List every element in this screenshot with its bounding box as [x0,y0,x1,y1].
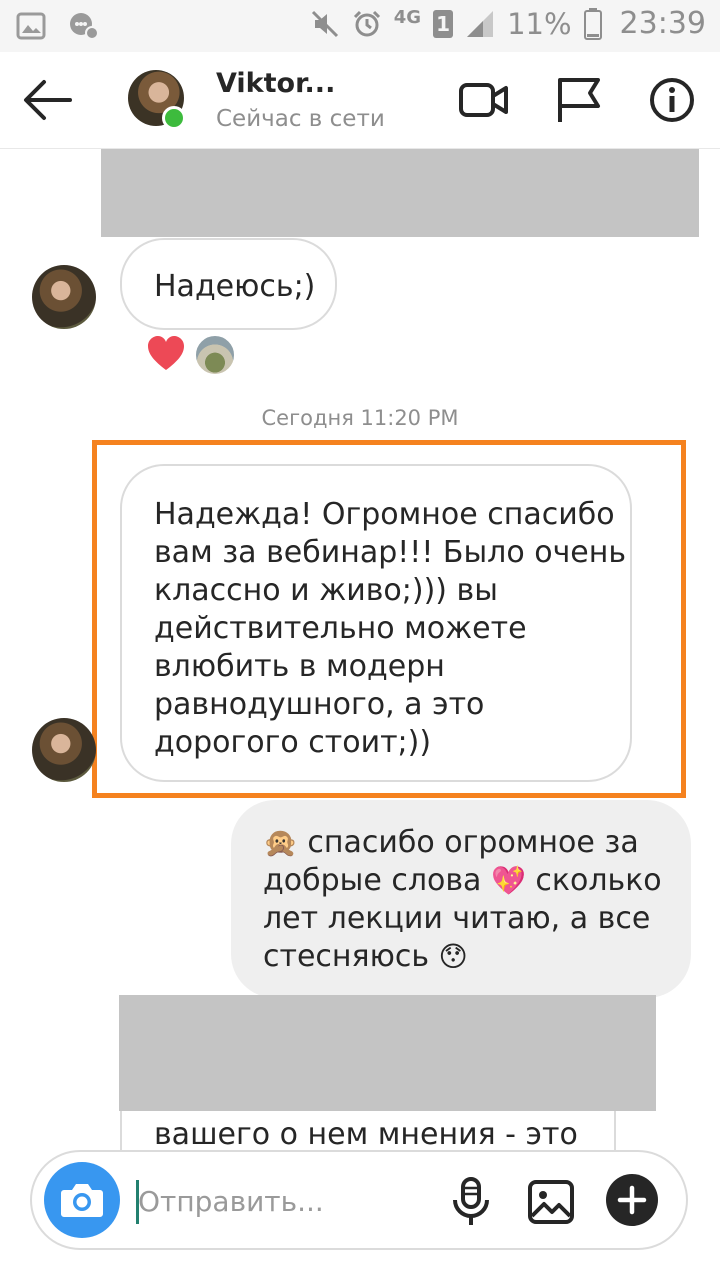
message-text: добрые слова [263,863,491,898]
sparkling-heart-emoji-icon: 💖 [490,864,526,897]
gallery-button[interactable] [526,1176,576,1228]
signal-icon [467,10,494,37]
battery-percent: 11% [507,6,572,41]
monkey-emoji-icon: 🙊 [263,826,298,859]
message-line: Надежда! Огромное спасибо [154,497,615,532]
message-line: классно и живо;))) вы [154,573,498,608]
status-bar: 4G 1 11% 23:39 [0,0,720,52]
redacted-message [119,995,656,1111]
redacted-message [101,149,699,237]
message-line: влюбить в модерн [154,649,445,684]
message-line: добрые слова 💖 сколько [263,862,691,900]
message-text: лет лекции читаю, а все [263,901,651,936]
gallery-icon [528,1180,574,1224]
more-options-button[interactable] [606,1174,658,1226]
message-line: дорогого стоит;)) [154,725,432,760]
message-line: лет лекции читаю, а все [263,900,691,938]
message-line: действительно можете [154,611,527,646]
contact-status: Сейчас в сети [216,106,385,132]
message-text: стесняюсь [263,939,439,974]
sim-number: 1 [436,11,451,36]
flag-icon [558,78,600,122]
battery-icon [583,7,602,40]
clock: 23:39 [619,6,706,41]
message-text: спасибо огромное за [297,825,639,860]
online-indicator [162,106,186,130]
message-timestamp: Сегодня 11:20 PM [261,406,459,430]
chat-header: Viktor... Сейчас в сети [0,52,720,149]
surprised-face-emoji-icon: 😯 [438,940,468,973]
mute-icon [311,10,338,37]
message-bubble[interactable]: Надеюсь;) [120,238,337,330]
details-button[interactable] [648,76,700,124]
camera-button[interactable] [44,1162,120,1238]
plus-icon [617,1185,647,1215]
sender-avatar[interactable] [32,265,96,329]
heart-icon [148,336,184,370]
messenger-notification-icon [70,13,99,40]
sender-avatar[interactable] [32,718,96,782]
network-type: 4G [393,7,422,28]
sim-indicator: 1 [433,9,454,38]
gallery-notification-icon [16,12,46,40]
microphone-icon [453,1177,489,1225]
message-line: вам за вебинар!!! Было очень [154,535,627,570]
message-input[interactable] [136,1178,438,1224]
camera-icon [61,1184,103,1217]
back-button[interactable] [18,74,78,126]
message-text: Надеюсь;) [154,269,316,304]
message-text: вашего о нем мнения - это [154,1117,578,1150]
message-line: стесняюсь 😯 [263,938,691,976]
message-composer [30,1150,688,1250]
back-arrow-icon [24,80,72,120]
message-line: 🙊 спасибо огромное за [263,824,691,862]
message-text: сколько [525,863,662,898]
message-line: равнодушного, а это [154,687,485,722]
contact-name[interactable]: Viktor... [216,68,335,99]
voice-message-button[interactable] [446,1176,496,1228]
message-bubble[interactable]: Надежда! Огромное спасибо вам за вебинар… [120,464,632,782]
info-icon [650,78,694,122]
heart-reaction[interactable] [146,334,186,372]
alarm-icon [353,10,380,36]
my-message-bubble[interactable]: 🙊 спасибо огромное за добрые слова 💖 ско… [231,800,691,998]
report-button[interactable] [554,76,606,124]
video-call-button[interactable] [458,76,510,124]
reaction-avatar[interactable] [194,334,236,376]
video-call-icon [459,83,508,117]
